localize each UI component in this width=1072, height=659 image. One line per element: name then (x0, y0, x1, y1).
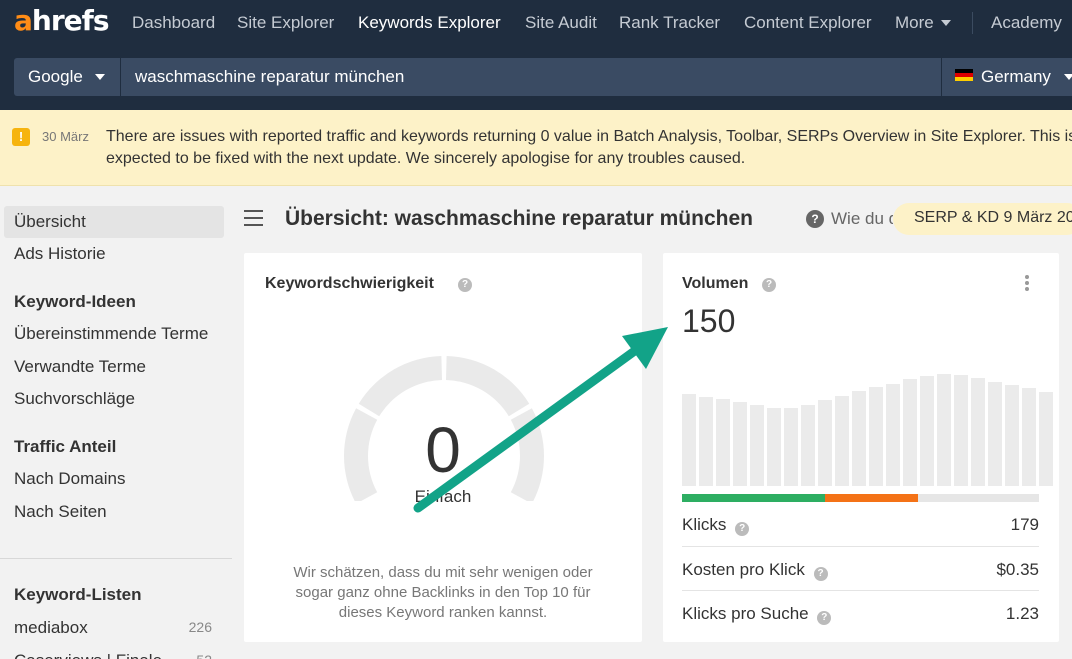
help-icon[interactable]: ? (458, 278, 472, 292)
metric-label: Kosten pro Klick (682, 560, 805, 579)
paid-clicks-segment (824, 494, 918, 502)
nav-divider (972, 12, 973, 34)
sidebar-item-by-domains[interactable]: Nach Domains (4, 463, 224, 495)
sidebar-item-matching-terms[interactable]: Übereinstimmende Terme (4, 318, 224, 350)
volume-trend-bar (699, 396, 713, 486)
warning-icon: ! (12, 128, 30, 146)
nav-content-explorer[interactable]: Content Explorer (744, 13, 872, 33)
top-navigation: ahrefs Dashboard Site Explorer Keywords … (0, 0, 1072, 46)
nav-rank-tracker[interactable]: Rank Tracker (619, 13, 720, 33)
metric-label: Klicks pro Suche (682, 604, 809, 623)
nav-academy[interactable]: Academy (991, 13, 1062, 33)
chevron-down-icon (1064, 74, 1072, 80)
volume-trend-bar (1005, 384, 1019, 486)
sidebar-item-related-terms[interactable]: Verwandte Terme (4, 351, 224, 383)
gauge-segment (358, 356, 443, 417)
volume-trend-bar (903, 378, 917, 486)
ahrefs-logo[interactable]: ahrefs (14, 4, 109, 37)
metric-label: Klicks (682, 515, 727, 534)
volume-trend-chart (682, 368, 1053, 486)
volume-trend-bar (835, 395, 849, 486)
sidebar-item-overview[interactable]: Übersicht (4, 206, 224, 238)
volume-trend-bar (852, 390, 866, 486)
clicks-split-bar (682, 494, 1039, 502)
kd-rating-label: Einfach (414, 487, 472, 506)
volume-trend-bar (784, 408, 798, 486)
sidebar-heading-keyword-ideas: Keyword-Ideen (14, 292, 136, 311)
help-link[interactable]: Wie du diese Seite nutzt (831, 209, 893, 229)
volume-trend-bar (716, 399, 730, 486)
notice-banner: ! 30 März There are issues with reported… (0, 110, 1072, 186)
volume-trend-bar (869, 386, 883, 486)
metric-value: 179 (1010, 515, 1039, 534)
volume-trend-bar (886, 383, 900, 486)
more-options-icon[interactable] (1025, 275, 1031, 293)
help-icon[interactable]: ? (806, 210, 824, 228)
gauge-segment (445, 356, 530, 417)
metric-row-cpc: Kosten pro Klick ? $0.35 (682, 546, 1039, 590)
nav-site-explorer[interactable]: Site Explorer (237, 13, 334, 33)
volume-trend-bar (971, 377, 985, 486)
sidebar: Übersicht Ads Historie Keyword-Ideen Übe… (0, 187, 232, 659)
keyword-search-input[interactable]: waschmaschine reparatur münchen (121, 58, 941, 96)
nav-more[interactable]: More (895, 13, 934, 33)
chevron-down-icon (95, 74, 105, 80)
serp-date-badge[interactable]: SERP & KD 9 März 2021 (893, 203, 1072, 235)
sidebar-heading-keyword-lists: Keyword-Listen (14, 585, 142, 604)
help-icon[interactable]: ? (762, 278, 776, 292)
metric-row-clicks: Klicks ? 179 (682, 502, 1039, 546)
organic-clicks-segment (682, 494, 825, 502)
kd-description: Wir schätzen, dass du mit sehr wenigen o… (293, 564, 593, 621)
sidebar-heading-traffic-share: Traffic Anteil (14, 437, 117, 456)
volume-trend-bar (988, 381, 1002, 486)
volume-trend-bar (954, 374, 968, 486)
volume-trend-bar (1039, 391, 1053, 486)
search-bar: Google waschmaschine reparatur münchen G… (0, 46, 1072, 110)
sidebar-list-item[interactable]: Caserviews | Finale52 (4, 645, 224, 659)
nav-keywords-explorer[interactable]: Keywords Explorer (358, 13, 501, 33)
metric-value: $0.35 (996, 560, 1039, 579)
menu-toggle-icon[interactable] (244, 210, 263, 226)
sidebar-list-item[interactable]: mediabox 226 (4, 612, 224, 644)
notice-text: There are issues with reported traffic a… (106, 128, 1072, 167)
volume-trend-bar (750, 405, 764, 486)
volume-trend-bar (733, 402, 747, 486)
volume-trend-bar (920, 375, 934, 486)
volume-trend-bar (937, 373, 951, 486)
nav-dashboard[interactable]: Dashboard (132, 13, 215, 33)
germany-flag-icon (955, 69, 973, 81)
volume-value: 150 (682, 303, 736, 339)
metric-row-clicks-per-search: Klicks pro Suche ? 1.23 (682, 590, 1039, 634)
notice-date: 30 März (42, 129, 89, 144)
metric-value: 1.23 (1005, 604, 1039, 623)
kd-card-title: Keywordschwierigkeit (265, 275, 434, 292)
nav-site-audit[interactable]: Site Audit (525, 13, 597, 33)
volume-trend-bar (801, 405, 815, 486)
sidebar-item-by-pages[interactable]: Nach Seiten (4, 496, 224, 528)
help-icon[interactable]: ? (813, 567, 828, 581)
volume-card-title: Volumen (682, 275, 749, 292)
keyword-difficulty-card: Keywordschwierigkeit ? 0 Einfach Wir sch… (244, 253, 642, 642)
page-title: Übersicht: waschmaschine reparatur münch… (285, 207, 753, 230)
volume-trend-bar (1022, 387, 1036, 486)
volume-trend-bar (818, 400, 832, 486)
help-icon[interactable]: ? (817, 611, 832, 625)
sidebar-item-ads-history[interactable]: Ads Historie (4, 238, 224, 270)
sidebar-item-suggestions[interactable]: Suchvorschläge (4, 383, 224, 415)
volume-trend-bar (682, 393, 696, 486)
sidebar-divider (0, 558, 232, 559)
chevron-down-icon (941, 20, 951, 26)
volume-card: Volumen ? 150 Klicks ? 179 Kosten pro Kl… (663, 253, 1059, 642)
volume-trend-bar (767, 408, 781, 486)
kd-score: 0 (425, 414, 461, 486)
help-icon[interactable]: ? (735, 522, 750, 536)
